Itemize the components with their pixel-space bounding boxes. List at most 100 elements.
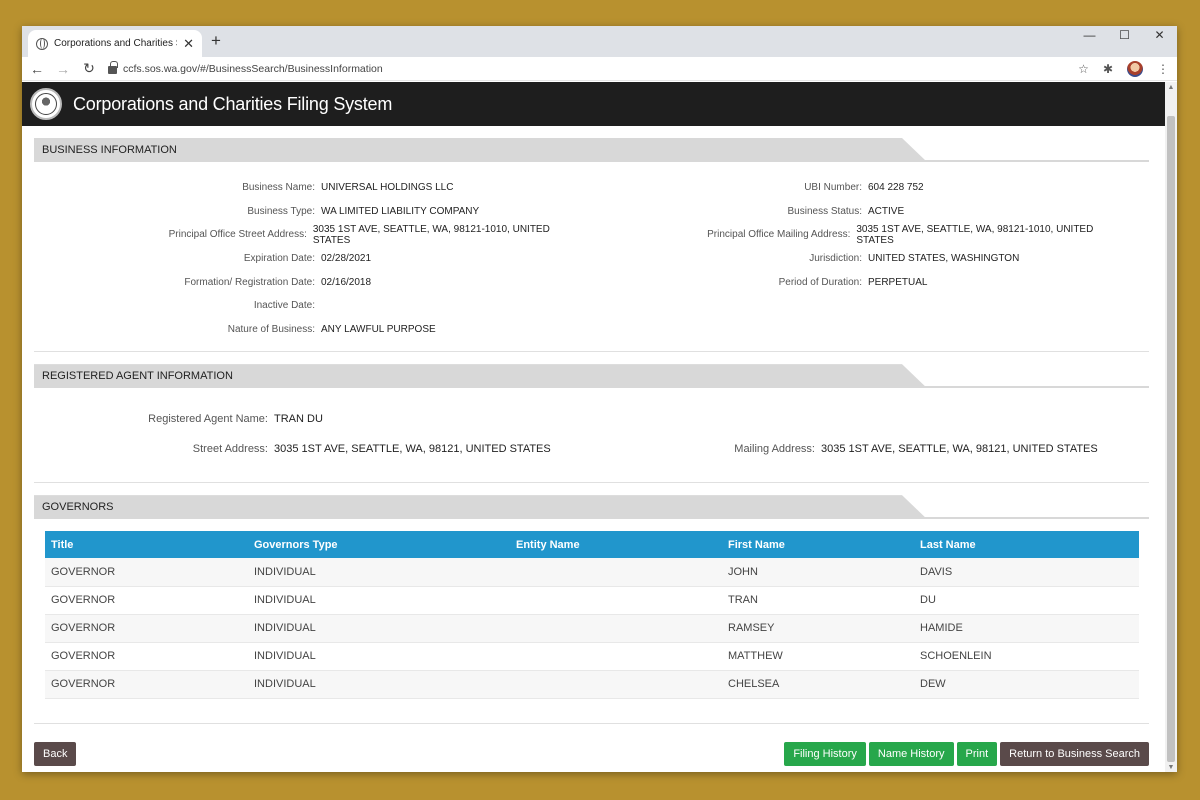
new-tab-icon[interactable]: +: [211, 31, 221, 51]
registered-agent-section: REGISTERED AGENT INFORMATION Registered …: [34, 364, 1149, 484]
column-header-entity-name[interactable]: Entity Name: [510, 531, 722, 559]
table-cell: GOVERNOR: [45, 586, 248, 615]
info-label: Formation/ Registration Date:: [184, 276, 315, 288]
close-window-button[interactable]: ✕: [1142, 28, 1177, 42]
info-label: Inactive Date:: [253, 300, 315, 312]
info-label: Principal Office Street Address:: [168, 229, 307, 241]
table-row: GOVERNOR INDIVIDUAL JOHN DAVIS: [45, 558, 1139, 587]
registered-agent-details: Registered Agent Name: TRAN DU Street Ad…: [34, 388, 1149, 482]
section-title: GOVERNORS: [42, 501, 114, 514]
agent-address-row: Street Address: 3035 1ST AVE, SEATTLE, W…: [34, 434, 1149, 464]
forward-arrow-icon[interactable]: →: [56, 61, 70, 77]
table-cell: DEW: [914, 670, 1139, 699]
extensions-icon[interactable]: ✱: [1103, 62, 1113, 76]
agent-name-label: Registered Agent Name:: [148, 413, 268, 426]
address-bar: ← → ↻ ccfs.sos.wa.gov/#/BusinessSearch/B…: [22, 57, 1177, 81]
column-header-governors-type[interactable]: Governors Type: [248, 531, 510, 559]
table-cell: GOVERNOR: [45, 642, 248, 671]
table-cell: GOVERNOR: [45, 614, 248, 643]
governors-section: GOVERNORS Title Governors Type Entity Na…: [34, 495, 1149, 724]
business-information-section: BUSINESS INFORMATION Business Name: UNIVE…: [34, 138, 1149, 353]
street-address-label: Street Address:: [192, 443, 268, 456]
maximize-button[interactable]: ☐: [1107, 28, 1142, 42]
scroll-up-icon[interactable]: ▲: [1165, 84, 1177, 91]
table-cell: DAVIS: [914, 558, 1139, 587]
table-cell: [510, 670, 722, 699]
table-cell: DU: [914, 586, 1139, 615]
page-content: Corporations and Charities Filing System…: [22, 82, 1165, 772]
business-info-right-column: UBI Number: 604 228 752 Business Status: AC…: [582, 176, 1122, 341]
profile-avatar[interactable]: [1127, 60, 1143, 77]
info-row: Business Name: UNIVERSAL HOLDINGS LLC: [34, 176, 582, 200]
info-value: UNITED STATES, WASHINGTON: [868, 253, 1020, 265]
lock-icon: [108, 61, 118, 74]
info-row: Jurisdiction: UNITED STATES, WASHINGTON: [582, 247, 1122, 271]
info-value: ANY LAWFUL PURPOSE: [321, 323, 436, 335]
address-bar-icons: ☆ ✱ ⋮: [1078, 60, 1169, 77]
browser-window: Corporations and Charities Syste ✕ + — ☐…: [22, 26, 1177, 772]
scroll-down-icon[interactable]: ▼: [1165, 764, 1177, 771]
info-value: UNIVERSAL HOLDINGS LLC: [321, 182, 454, 194]
info-label: Business Status:: [787, 205, 862, 217]
table-cell: [510, 586, 722, 615]
close-tab-icon[interactable]: ✕: [183, 36, 194, 52]
table-cell: INDIVIDUAL: [248, 558, 510, 587]
filing-history-button[interactable]: Filing History: [784, 742, 866, 766]
tab-title: Corporations and Charities Syste: [54, 38, 177, 49]
menu-kebab-icon[interactable]: ⋮: [1157, 62, 1169, 76]
business-info-left-column: Business Name: UNIVERSAL HOLDINGS LLC Busi…: [34, 176, 582, 341]
section-header: BUSINESS INFORMATION: [34, 138, 1149, 162]
section-rule: [34, 386, 1149, 389]
name-history-button[interactable]: Name History: [868, 742, 954, 766]
globe-icon: [36, 37, 48, 50]
url-text[interactable]: ccfs.sos.wa.gov/#/BusinessSearch/Busines…: [123, 63, 383, 75]
back-button[interactable]: Back: [34, 742, 77, 766]
mailing-address-value: 3035 1ST AVE, SEATTLE, WA, 98121, UNITED…: [821, 443, 1098, 456]
table-cell: CHELSEA: [722, 670, 914, 699]
table-cell: GOVERNOR: [45, 670, 248, 699]
window-controls: — ☐ ✕: [1072, 28, 1177, 42]
table-cell: TRAN: [722, 586, 914, 615]
action-bar: Back Filing History Name History Print R…: [34, 742, 1149, 766]
table-cell: JOHN: [722, 558, 914, 587]
section-rule: [34, 160, 1149, 162]
print-button[interactable]: Print: [956, 742, 998, 766]
reload-icon[interactable]: ↻: [82, 60, 96, 77]
table-row: GOVERNOR INDIVIDUAL MATTHEW SCHOENLEIN: [45, 642, 1139, 671]
info-row: Principal Office Mailing Address: 3035 1S…: [582, 223, 1122, 247]
column-header-first-name[interactable]: First Name: [722, 531, 914, 559]
info-row: Business Type: WA LIMITED LIABILITY COMPA…: [34, 200, 582, 224]
vertical-scrollbar[interactable]: ▲ ▼: [1165, 82, 1177, 772]
tab-strip: Corporations and Charities Syste ✕ + — ☐…: [22, 26, 1177, 57]
column-header-last-name[interactable]: Last Name: [914, 531, 1139, 559]
column-header-title[interactable]: Title: [45, 531, 248, 559]
business-info-grid: Business Name: UNIVERSAL HOLDINGS LLC Busi…: [34, 162, 1149, 351]
minimize-button[interactable]: —: [1072, 28, 1107, 42]
state-seal-logo[interactable]: [30, 88, 62, 120]
agent-name-value: TRAN DU: [274, 413, 323, 426]
mailing-address-label: Mailing Address:: [734, 443, 815, 456]
info-row: Business Status: ACTIVE: [582, 200, 1122, 224]
star-icon[interactable]: ☆: [1078, 62, 1089, 76]
info-row: Nature of Business: ANY LAWFUL PURPOSE: [34, 318, 582, 342]
governors-table-body: GOVERNOR INDIVIDUAL JOHN DAVIS GOVERNOR INDIV…: [45, 558, 1139, 699]
page-viewport: Corporations and Charities Filing System…: [22, 82, 1177, 772]
table-cell: RAMSEY: [722, 614, 914, 643]
return-to-search-button[interactable]: Return to Business Search: [1000, 742, 1149, 766]
info-row: Formation/ Registration Date: 02/16/2018: [34, 270, 582, 294]
section-band: [34, 495, 926, 519]
url-field[interactable]: ccfs.sos.wa.gov/#/BusinessSearch/Busines…: [108, 59, 1066, 79]
section-header: REGISTERED AGENT INFORMATION: [34, 364, 1149, 389]
scrollbar-thumb[interactable]: [1167, 116, 1175, 762]
browser-tab[interactable]: Corporations and Charities Syste ✕: [28, 30, 202, 57]
governors-table: Title Governors Type Entity Name First N…: [45, 531, 1139, 699]
back-arrow-icon[interactable]: ←: [30, 61, 44, 77]
agent-name-row: Registered Agent Name: TRAN DU: [34, 404, 1149, 434]
info-value: 3035 1ST AVE, SEATTLE, WA, 98121-1010, U…: [856, 223, 1094, 246]
table-cell: MATTHEW: [722, 642, 914, 671]
info-label: Nature of Business:: [227, 323, 315, 335]
table-cell: HAMIDE: [914, 614, 1139, 643]
info-label: UBI Number:: [804, 182, 862, 194]
table-cell: INDIVIDUAL: [248, 614, 510, 643]
section-header: GOVERNORS: [34, 495, 1149, 520]
